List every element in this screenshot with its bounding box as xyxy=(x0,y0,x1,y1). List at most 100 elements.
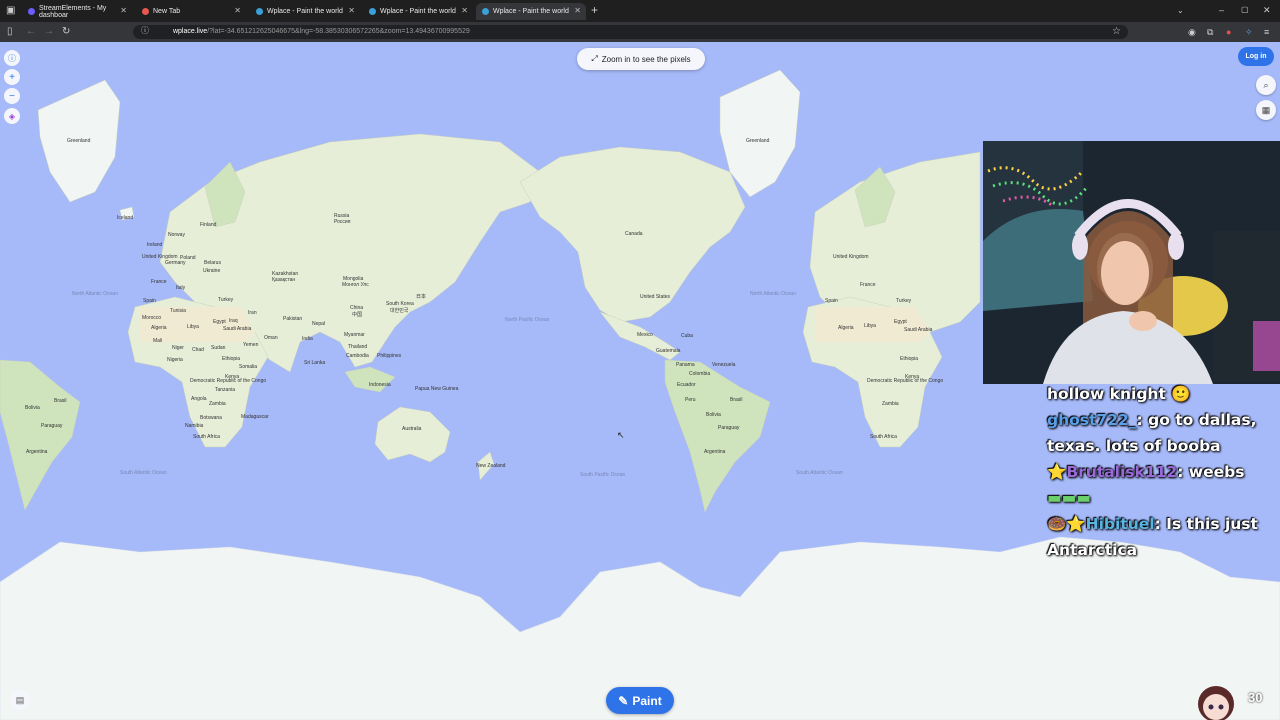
webcam-image xyxy=(983,141,1280,384)
window-close-icon[interactable]: ✕ xyxy=(1263,4,1271,16)
map-label-madagascar: Madagascar xyxy=(241,414,269,420)
back-icon[interactable]: ← xyxy=(26,26,36,38)
map-label-tanzania: Tanzania xyxy=(215,387,236,393)
chat-message: Antarctica xyxy=(1047,541,1138,559)
tab-streamelements[interactable]: StreamElements - My dashboar ✕ xyxy=(22,3,132,20)
bookmark-star-icon[interactable]: ☆ xyxy=(1112,26,1121,38)
map-label-drc-2: Democratic Republic of the Congo xyxy=(867,378,944,384)
tab-wplace-1[interactable]: Wplace - Paint the world ✕ xyxy=(250,3,360,20)
sidebar-icon[interactable]: ▯ xyxy=(7,26,13,38)
login-button[interactable]: Log in xyxy=(1238,47,1274,66)
discord-icon[interactable]: ◈ xyxy=(4,108,20,124)
map-label-belarus: Belarus xyxy=(204,260,221,266)
wplace-icon xyxy=(256,8,263,15)
map-label-ireland: Ireland xyxy=(147,242,163,248)
map-label-south-africa-2: South Africa xyxy=(870,434,897,440)
map-label-angola: Angola xyxy=(191,396,207,402)
map-label-turkey-2: Turkey xyxy=(896,298,912,304)
search-icon[interactable]: ⌕ xyxy=(1256,75,1276,95)
map-label-sudan: Sudan xyxy=(211,345,226,351)
extensions-puzzle-icon[interactable]: ⧉ xyxy=(1207,26,1213,38)
star-badge-icon: ⭐ xyxy=(1047,463,1067,481)
map-label-libya: Libya xyxy=(187,324,199,330)
reload-icon[interactable]: ↻ xyxy=(62,26,70,38)
close-icon[interactable]: ✕ xyxy=(348,6,355,15)
map-label-chad: Chad xyxy=(192,347,204,353)
translate-icon[interactable]: ✧ xyxy=(1245,26,1253,38)
profile-icon[interactable]: ● xyxy=(1226,26,1231,38)
mouse-cursor-icon: ↖ xyxy=(617,430,625,440)
brush-icon: ✎ xyxy=(618,693,629,708)
map-label-ethiopia-2: Ethiopia xyxy=(900,356,919,362)
map-label-algeria: Algeria xyxy=(151,325,167,331)
maximize-icon[interactable]: ▢ xyxy=(1241,4,1249,16)
map-label-united-states: United States xyxy=(640,294,671,300)
tab-label: Wplace - Paint the world xyxy=(267,8,343,15)
map-label-north-pacific: North Pacific Ocean xyxy=(505,317,550,323)
url-input[interactable]: ⓘ wplace.live/?lat=-34.651212625046675&l… xyxy=(133,25,1128,39)
map-label-pakistan: Pakistan xyxy=(283,316,303,322)
map-label-peru: Peru xyxy=(685,397,696,403)
map-label-venezuela: Venezuela xyxy=(712,362,736,368)
tab-new-tab[interactable]: New Tab ✕ xyxy=(136,3,246,20)
chat-emote: ▬▬▬ xyxy=(1047,489,1091,507)
tab-wplace-active[interactable]: Wplace - Paint the world ✕ xyxy=(476,3,586,20)
map-label-somalia: Somalia xyxy=(239,364,258,370)
chat-message: 🍩⭐Hibituel: Is this just xyxy=(1047,511,1277,537)
new-tab-button[interactable]: + xyxy=(591,4,598,16)
close-icon[interactable]: ✕ xyxy=(234,6,241,15)
zoom-out-icon[interactable]: − xyxy=(4,88,20,104)
map-label-oman: Oman xyxy=(264,335,278,341)
tab-list-chevron-icon[interactable]: ⌄ xyxy=(1177,5,1184,17)
map-label-botswana: Botswana xyxy=(200,415,222,421)
mascot-avatar xyxy=(1198,686,1234,720)
map-label-libya-2: Libya xyxy=(864,323,876,329)
wplace-icon xyxy=(369,8,376,15)
layers-icon[interactable]: ▤ xyxy=(10,690,30,710)
map-label-egypt-2: Egypt xyxy=(894,319,907,325)
map-label-mongolia-native: Монгол Улс xyxy=(342,282,369,288)
zoom-in-icon[interactable]: + xyxy=(4,69,20,85)
map-label-greenland-2: Greenland xyxy=(746,138,770,144)
chat-username: Brutalisk112 xyxy=(1066,463,1178,481)
close-icon[interactable]: ✕ xyxy=(120,6,127,15)
map-label-north-atlantic: North Atlantic Ocean xyxy=(72,291,118,297)
map-label-cuba: Cuba xyxy=(681,333,693,339)
close-icon[interactable]: ✕ xyxy=(574,6,581,15)
map-label-russia-native: Россия xyxy=(334,219,351,225)
site-info-icon[interactable]: ⓘ xyxy=(141,26,149,35)
tab-search-icon[interactable]: ▣ xyxy=(6,5,15,17)
chat-message: texas. lots of booba xyxy=(1047,437,1221,455)
map-label-paraguay-left: Paraguay xyxy=(41,423,63,429)
tab-wplace-2[interactable]: Wplace - Paint the world ✕ xyxy=(363,3,473,20)
map-label-turkey: Turkey xyxy=(218,297,234,303)
map-label-paraguay: Paraguay xyxy=(718,425,740,431)
map-label-iraq: Iraq xyxy=(229,318,238,324)
map-label-south-pacific: South Pacific Ocean xyxy=(580,472,626,478)
forward-icon[interactable]: → xyxy=(44,26,54,38)
map-label-argentina: Argentina xyxy=(704,449,726,455)
paint-button[interactable]: ✎ Paint xyxy=(606,687,674,714)
map-label-iran: Iran xyxy=(248,310,257,316)
map-label-indonesia: Indonesia xyxy=(369,382,391,388)
tab-label: New Tab xyxy=(153,8,181,15)
map-label-algeria-2: Algeria xyxy=(838,325,854,331)
leaderboard-icon[interactable]: ▦ xyxy=(1256,100,1276,120)
map-label-morocco: Morocco xyxy=(142,315,162,321)
extension-icon[interactable]: ◉ xyxy=(1188,26,1196,38)
chat-message: ⭐Brutalisk112: weebs xyxy=(1047,459,1277,485)
menu-icon[interactable]: ≡ xyxy=(1264,26,1269,38)
map-label-south-atlantic-2: South Atlantic Ocean xyxy=(796,470,843,476)
minimize-icon[interactable]: – xyxy=(1219,4,1224,16)
map-label-france-2: France xyxy=(860,282,876,288)
info-icon[interactable]: ⓘ xyxy=(4,50,20,66)
map-label-norway: Norway xyxy=(168,232,185,238)
map-label-china-native: 中国 xyxy=(352,312,363,318)
map-label-south-africa: South Africa xyxy=(193,434,220,440)
map-label-thailand: Thailand xyxy=(348,344,368,350)
map-label-zambia-2: Zambia xyxy=(882,401,899,407)
map-label-ukraine: Ukraine xyxy=(203,268,221,274)
map-label-philippines: Philippines xyxy=(377,353,402,359)
map-label-kazakhstan-native: Қазақстан xyxy=(272,277,296,283)
close-icon[interactable]: ✕ xyxy=(461,6,468,15)
